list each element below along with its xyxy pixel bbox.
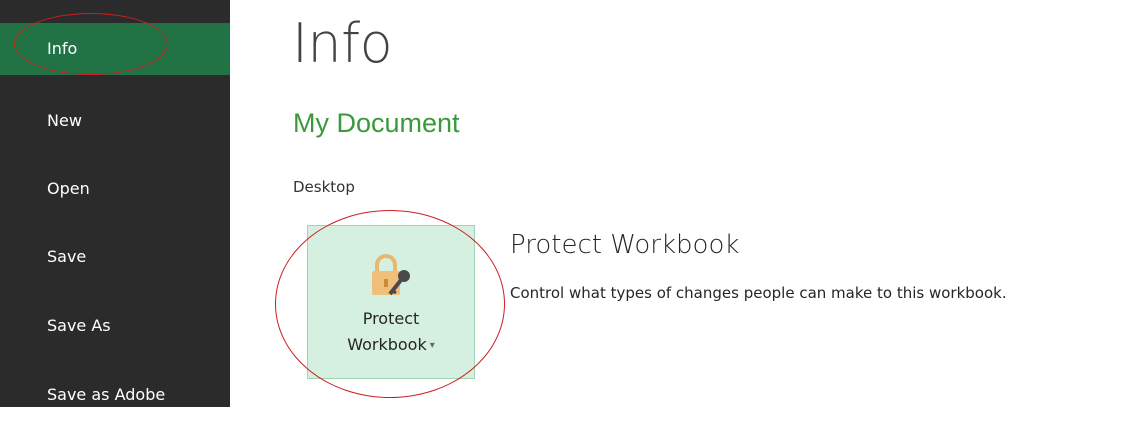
backstage-sidebar: Info New Open Save Save As Save as Adobe	[0, 0, 230, 407]
protect-button-label-line1: Protect	[362, 309, 420, 328]
protect-workbook-button[interactable]: Protect Workbook ▾	[307, 225, 475, 379]
protect-workbook-heading: Protect Workbook	[510, 230, 740, 260]
protect-button-label-text: Workbook	[347, 335, 427, 354]
sidebar-item-save[interactable]: Save	[0, 231, 230, 283]
sidebar-item-save-as-adobe[interactable]: Save as Adobe	[0, 369, 230, 421]
protect-workbook-description: Control what types of changes people can…	[510, 284, 1007, 302]
lock-key-icon	[372, 254, 410, 296]
protect-button-label-line2: Workbook ▾	[308, 335, 474, 354]
document-location[interactable]: Desktop	[293, 178, 355, 196]
sidebar-item-info[interactable]: Info	[0, 23, 230, 75]
document-title: My Document	[293, 108, 460, 138]
sidebar-item-new[interactable]: New	[0, 95, 230, 147]
chevron-down-icon: ▾	[429, 340, 435, 351]
page-title: Info	[292, 12, 393, 75]
sidebar-item-save-as[interactable]: Save As	[0, 300, 230, 352]
sidebar-item-open[interactable]: Open	[0, 163, 230, 215]
info-pane: Info My Document Desktop Protect Workboo…	[230, 0, 1147, 407]
